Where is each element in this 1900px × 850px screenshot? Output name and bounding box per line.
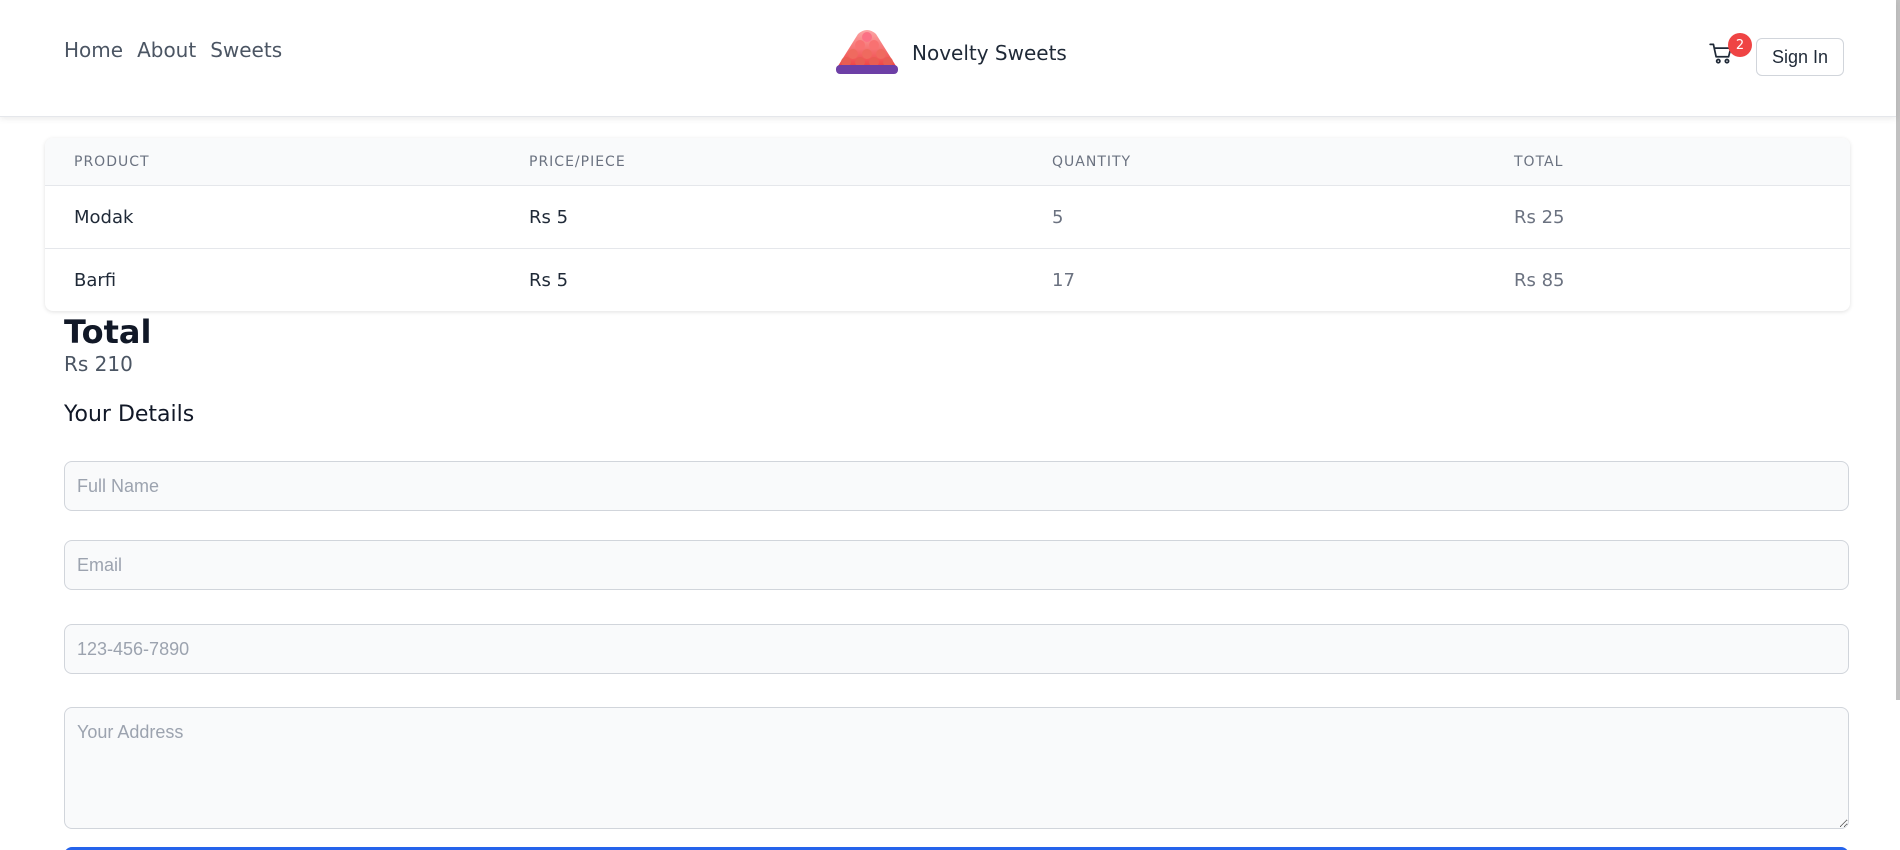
details-heading: Your Details xyxy=(64,402,195,427)
email-input[interactable] xyxy=(64,540,1849,590)
total-heading: Total xyxy=(64,313,152,351)
price-cell: Rs 5 xyxy=(529,206,569,228)
address-textarea[interactable] xyxy=(64,707,1849,829)
row-total-cell: Rs 85 xyxy=(1514,269,1565,291)
nav-link-sweets[interactable]: Sweets xyxy=(210,38,282,62)
nav-link-home[interactable]: Home xyxy=(64,38,123,62)
table-row: Modak Rs 5 5 Rs 25 xyxy=(45,186,1850,249)
brand-name: Novelty Sweets xyxy=(912,41,1067,65)
column-header-price: PRICE/PIECE xyxy=(529,153,626,170)
site-header: Home About Sweets Novelty Sweets 2 Sign … xyxy=(0,0,1896,117)
product-cell: Barfi xyxy=(74,269,117,291)
checkout-page: Home About Sweets Novelty Sweets 2 Sign … xyxy=(0,0,1900,850)
table-header-row: PRODUCT PRICE/PIECE QUANTITY TOTAL xyxy=(45,138,1850,186)
quantity-cell: 17 xyxy=(1052,269,1075,291)
row-total-cell: Rs 25 xyxy=(1514,206,1565,228)
main-nav: Home About Sweets xyxy=(64,38,282,62)
cart-count-badge: 2 xyxy=(1728,33,1752,57)
column-header-product: PRODUCT xyxy=(74,153,150,170)
product-cell: Modak xyxy=(74,206,134,228)
page-scrollbar[interactable] xyxy=(1896,0,1900,700)
quantity-cell: 5 xyxy=(1052,206,1064,228)
nav-link-about[interactable]: About xyxy=(137,38,196,62)
cart-icon xyxy=(1708,43,1734,70)
phone-input[interactable] xyxy=(64,624,1849,674)
total-amount: Rs 210 xyxy=(64,352,133,376)
cart-table: PRODUCT PRICE/PIECE QUANTITY TOTAL Modak… xyxy=(45,138,1850,311)
column-header-quantity: QUANTITY xyxy=(1052,153,1132,170)
full-name-input[interactable] xyxy=(64,461,1849,511)
column-header-total: TOTAL xyxy=(1514,153,1564,170)
brand[interactable]: Novelty Sweets xyxy=(836,28,1067,78)
cart-button[interactable]: 2 xyxy=(1708,33,1752,74)
sign-in-button[interactable]: Sign In xyxy=(1756,38,1844,76)
price-cell: Rs 5 xyxy=(529,269,569,291)
table-row: Barfi Rs 5 17 Rs 85 xyxy=(45,249,1850,311)
sweets-pyramid-logo-icon xyxy=(836,28,898,78)
